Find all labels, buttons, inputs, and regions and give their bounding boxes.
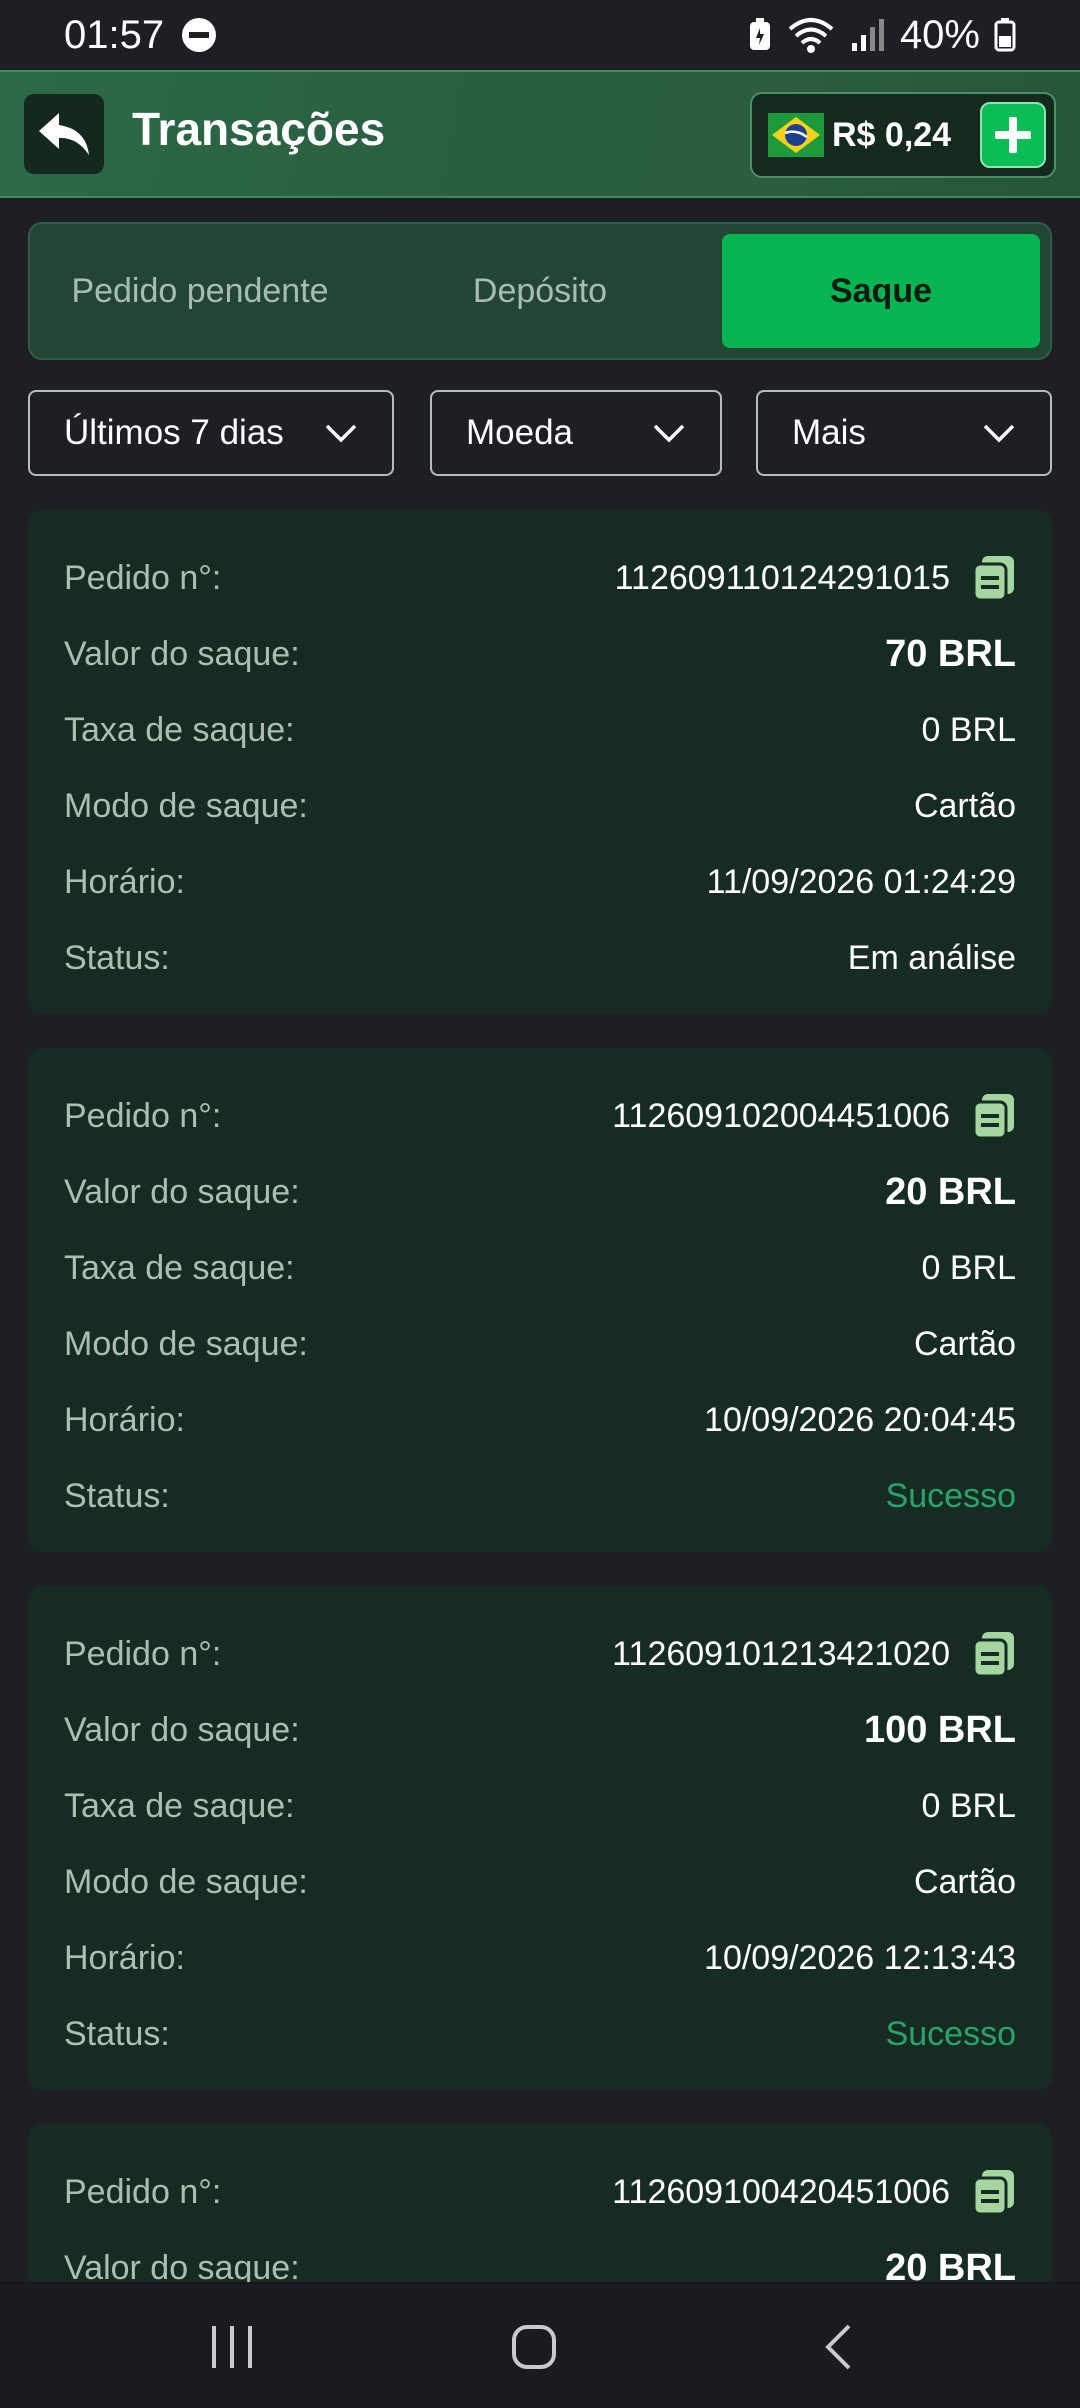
- currency-label: Moeda: [466, 413, 574, 452]
- plus-icon: [995, 117, 1031, 153]
- copy-icon[interactable]: [972, 2168, 1016, 2216]
- withdrawal-time: 10/09/2026 20:04:45: [704, 1400, 1016, 1439]
- transaction-card: Pedido n°: 112609101213421020 Valor do s…: [28, 1586, 1052, 2090]
- mode-row: Modo de saque: Cartão: [64, 1862, 1016, 1901]
- order-row: Pedido n°: 112609102004451006: [64, 1078, 1016, 1154]
- withdrawal-time: 10/09/2026 12:13:43: [704, 1938, 1016, 1977]
- withdrawal-amount: 70 BRL: [885, 632, 1016, 675]
- fee-row: Taxa de saque: 0 BRL: [64, 710, 1017, 749]
- time-row: Horário: 11/09/2026 01:24:29: [64, 862, 1016, 901]
- back-button[interactable]: [24, 94, 104, 174]
- time-row: Horário: 10/09/2026 20:04:45: [64, 1400, 1016, 1439]
- page-title: Transações: [132, 103, 386, 155]
- status-row: Status: Em análise: [64, 938, 1016, 977]
- wallet-balance: R$ 0,24: [750, 92, 1056, 178]
- clock: 01:57: [64, 12, 165, 57]
- mode-row: Modo de saque: Cartão: [64, 786, 1016, 825]
- amount-row: Valor do saque: 70 BRL: [64, 632, 1016, 675]
- chevron-down-icon: [325, 424, 357, 443]
- date-range-label: Últimos 7 dias: [64, 413, 284, 452]
- status-badge: Sucesso: [885, 2014, 1016, 2053]
- withdrawal-mode: Cartão: [913, 1862, 1016, 1901]
- fee-row: Taxa de saque: 0 BRL: [64, 1786, 1017, 1825]
- chevron-down-icon: [653, 424, 685, 443]
- withdrawal-time: 11/09/2026 01:24:29: [706, 862, 1016, 901]
- currency-dropdown[interactable]: Moeda: [430, 390, 722, 476]
- withdrawal-amount: 100 BRL: [863, 1708, 1016, 1751]
- battery-percent: 40%: [899, 12, 980, 57]
- status-row: Status: Sucesso: [64, 2014, 1016, 2053]
- tab-withdrawal[interactable]: Saque: [722, 234, 1040, 348]
- more-filters-dropdown[interactable]: Mais: [756, 390, 1052, 476]
- copy-icon[interactable]: [972, 1630, 1016, 1678]
- filter-bar: Últimos 7 dias Moeda Mais: [28, 390, 1052, 476]
- withdrawal-fee: 0 BRL: [921, 1248, 1017, 1287]
- withdrawal-mode: Cartão: [913, 786, 1016, 825]
- withdrawal-amount: 20 BRL: [885, 1170, 1016, 1213]
- withdrawal-mode: Cartão: [913, 1324, 1016, 1363]
- battery-saver-icon: [749, 18, 770, 50]
- order-number: 112609102004451006: [612, 1096, 950, 1135]
- signal-icon: [851, 19, 884, 51]
- chevron-down-icon: [983, 424, 1015, 443]
- order-row: Pedido n°: 112609101213421020: [64, 1616, 1016, 1692]
- copy-icon[interactable]: [972, 1092, 1016, 1140]
- withdrawal-fee: 0 BRL: [921, 1786, 1017, 1825]
- status-row: Status: Sucesso: [64, 1476, 1016, 1515]
- order-number: 112609110124291015: [614, 558, 950, 597]
- mode-row: Modo de saque: Cartão: [64, 1324, 1016, 1363]
- amount-row: Valor do saque: 100 BRL: [64, 1708, 1016, 1751]
- order-row: Pedido n°: 112609100420451006: [64, 2154, 1016, 2230]
- withdrawal-fee: 0 BRL: [921, 710, 1017, 749]
- fee-row: Taxa de saque: 0 BRL: [64, 1248, 1017, 1287]
- transaction-card: Pedido n°: 112609102004451006 Valor do s…: [28, 1048, 1052, 1552]
- home-button[interactable]: [494, 2314, 574, 2380]
- add-funds-button[interactable]: [980, 102, 1046, 168]
- app-header: Transações R$ 0,24: [0, 70, 1080, 198]
- transaction-card: Pedido n°: 112609110124291015 Valor do s…: [28, 510, 1052, 1014]
- tab-pending[interactable]: Pedido pendente: [30, 234, 370, 348]
- date-range-dropdown[interactable]: Últimos 7 dias: [28, 390, 394, 476]
- status-bar: 01:57 40%: [0, 0, 1080, 70]
- brazil-flag-icon: [768, 113, 824, 157]
- status-badge: Sucesso: [885, 1476, 1016, 1515]
- order-row: Pedido n°: 112609110124291015: [64, 540, 1016, 616]
- order-number: 112609100420451006: [612, 2172, 950, 2211]
- home-icon: [512, 2325, 556, 2369]
- battery-icon: [994, 18, 1016, 52]
- system-back-button[interactable]: [798, 2314, 878, 2380]
- wifi-icon: [788, 18, 834, 53]
- recent-apps-icon: [212, 2326, 252, 2368]
- tab-deposit[interactable]: Depósito: [370, 234, 710, 348]
- amount-row: Valor do saque: 20 BRL: [64, 1170, 1016, 1213]
- status-badge: Em análise: [847, 938, 1016, 977]
- recent-apps-button[interactable]: [192, 2314, 272, 2380]
- order-number: 112609101213421020: [612, 1634, 950, 1673]
- do-not-disturb-icon: [182, 18, 217, 52]
- transaction-type-tabs: Pedido pendente Depósito Saque: [28, 222, 1052, 360]
- balance-amount: R$ 0,24: [832, 115, 952, 154]
- time-row: Horário: 10/09/2026 12:13:43: [64, 1938, 1016, 1977]
- copy-icon[interactable]: [972, 554, 1016, 602]
- more-label: Mais: [792, 413, 866, 452]
- system-navigation-bar: [0, 2282, 1080, 2408]
- back-chevron-icon: [825, 2324, 851, 2370]
- back-arrow-icon: [39, 113, 89, 155]
